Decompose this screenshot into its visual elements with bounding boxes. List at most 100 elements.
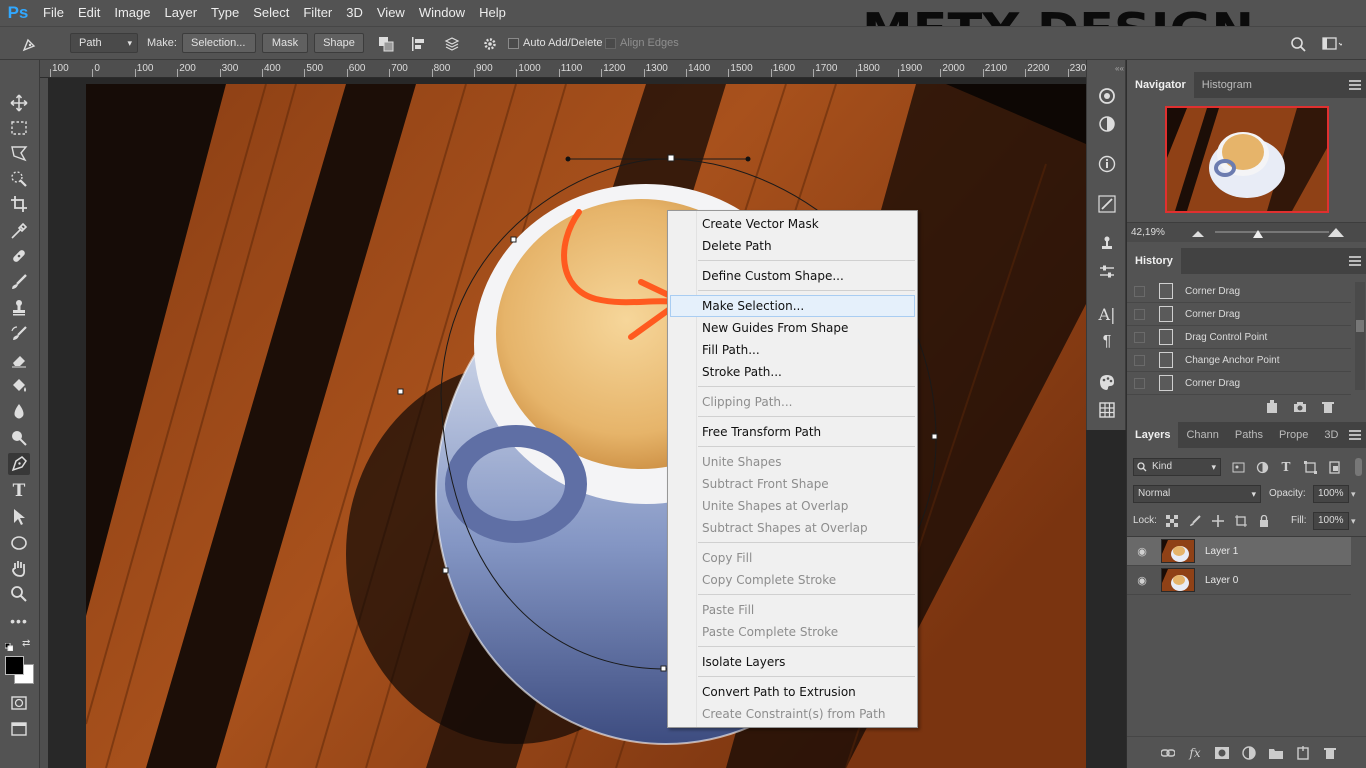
lock-image-pixels-icon[interactable] [1188, 514, 1202, 528]
menu-select[interactable]: Select [246, 0, 296, 26]
navigator-preview[interactable] [1165, 106, 1329, 213]
tab-navigator[interactable]: Navigator [1127, 72, 1194, 98]
eraser-tool-icon[interactable] [8, 349, 30, 371]
marquee-tool-icon[interactable] [8, 117, 30, 139]
eyedropper-tool-icon[interactable] [8, 220, 30, 242]
make-shape-button[interactable]: Shape [314, 33, 364, 53]
context-menu-item-stroke-path[interactable]: Stroke Path... [668, 361, 917, 383]
menu-3d[interactable]: 3D [339, 0, 370, 26]
pen-tool-icon[interactable] [8, 453, 30, 475]
auto-add-delete-checkbox[interactable] [508, 38, 519, 49]
tab-properties[interactable]: Prope [1271, 422, 1316, 448]
new-group-folder-icon[interactable] [1269, 746, 1283, 760]
new-document-from-state-icon[interactable] [1265, 400, 1279, 414]
gear-icon[interactable] [480, 34, 500, 54]
menu-edit[interactable]: Edit [71, 0, 107, 26]
move-tool-icon[interactable] [8, 92, 30, 114]
adjustments-icon[interactable] [1097, 114, 1117, 134]
lock-transparent-pixels-icon[interactable] [1165, 514, 1179, 528]
make-selection-button[interactable]: Selection... [182, 33, 256, 53]
tab-channels[interactable]: Chann [1178, 422, 1226, 448]
layer-name[interactable]: Layer 1 [1205, 546, 1238, 557]
context-menu-item-new-guides-from-shape[interactable]: New Guides From Shape [668, 317, 917, 339]
history-item[interactable]: Corner Drag [1127, 303, 1351, 326]
context-menu-item-fill-path[interactable]: Fill Path... [668, 339, 917, 361]
menu-filter[interactable]: Filter [296, 0, 339, 26]
quick-selection-tool-icon[interactable] [8, 168, 30, 190]
context-menu-item-isolate-layers[interactable]: Isolate Layers [668, 651, 917, 673]
libraries-icon[interactable] [1097, 86, 1117, 106]
menu-help[interactable]: Help [472, 0, 513, 26]
brush-tool-icon[interactable] [8, 271, 30, 293]
swatches-icon[interactable] [1097, 372, 1117, 392]
align-edges-checkbox[interactable] [605, 38, 616, 49]
layer-row-layer-1[interactable]: ◉ Layer 1 [1127, 537, 1351, 566]
navigator-zoom-slider[interactable] [1215, 231, 1329, 233]
blend-mode-select[interactable]: Normal ▾ [1133, 485, 1261, 503]
layer-visibility-eye-icon[interactable]: ◉ [1127, 545, 1157, 558]
info-icon[interactable] [1097, 154, 1117, 174]
make-mask-button[interactable]: Mask [262, 33, 308, 53]
lasso-tool-icon[interactable] [8, 142, 30, 164]
grid-icon[interactable] [1097, 400, 1117, 420]
filter-toggle-switch[interactable] [1355, 458, 1362, 476]
navigator-menu-icon[interactable] [1349, 80, 1361, 90]
menu-view[interactable]: View [370, 0, 412, 26]
layer-row-layer-0[interactable]: ◉ Layer 0 [1127, 566, 1351, 595]
menu-image[interactable]: Image [107, 0, 157, 26]
filter-shape-icon[interactable] [1303, 460, 1317, 474]
pen-tool-preset-icon[interactable] [20, 34, 40, 54]
swap-colors-icon[interactable]: ⇄ [22, 638, 32, 649]
context-menu-item-create-vector-mask[interactable]: Create Vector Mask [668, 213, 917, 235]
healing-brush-tool-icon[interactable] [8, 245, 30, 267]
filter-type-icon[interactable]: T [1279, 460, 1293, 474]
blur-tool-icon[interactable] [8, 401, 30, 423]
zoom-slider-handle[interactable] [1253, 230, 1263, 240]
layers-menu-icon[interactable] [1349, 430, 1361, 440]
layer-name[interactable]: Layer 0 [1205, 575, 1238, 586]
layer-effects-fx-icon[interactable]: fx [1188, 746, 1202, 760]
new-adjustment-layer-icon[interactable] [1242, 746, 1256, 760]
clone-stamp-tool-icon[interactable] [8, 297, 30, 319]
fill-input[interactable]: 100% [1313, 512, 1349, 530]
tab-histogram[interactable]: Histogram [1194, 72, 1260, 98]
ellipse-tool-icon[interactable] [8, 532, 30, 554]
filter-smart-object-icon[interactable] [1327, 460, 1341, 474]
navigator-zoom-value[interactable]: 42,19% [1131, 227, 1165, 238]
opacity-dropdown-icon[interactable]: ▾ [1351, 485, 1363, 503]
tab-layers[interactable]: Layers [1127, 422, 1179, 448]
history-scrollbar[interactable] [1355, 282, 1365, 390]
history-item[interactable]: Change Anchor Point [1127, 349, 1351, 372]
context-menu-item-convert-path-to-extrusion[interactable]: Convert Path to Extrusion [668, 681, 917, 703]
fill-dropdown-icon[interactable]: ▾ [1351, 512, 1363, 530]
context-menu-item-delete-path[interactable]: Delete Path [668, 235, 917, 257]
screen-mode-icon[interactable] [8, 718, 30, 740]
filter-pixel-icon[interactable] [1231, 460, 1245, 474]
layer-visibility-eye-icon[interactable]: ◉ [1127, 574, 1157, 587]
zoom-out-icon[interactable] [1191, 228, 1205, 238]
snapshot-camera-icon[interactable] [1293, 400, 1307, 414]
zoom-tool-icon[interactable] [8, 583, 30, 605]
add-layer-mask-icon[interactable] [1215, 746, 1229, 760]
workspace-switcher-icon[interactable] [1322, 34, 1342, 54]
type-tool-icon[interactable]: T [8, 480, 30, 502]
path-alignment-icon[interactable] [408, 34, 428, 54]
more-tools-icon[interactable]: ••• [8, 610, 30, 632]
tool-mode-select[interactable]: Path ▾ [70, 33, 138, 53]
hand-tool-icon[interactable] [8, 557, 30, 579]
foreground-color-swatch[interactable] [5, 656, 24, 675]
lock-all-icon[interactable] [1257, 514, 1271, 528]
properties-sliders-icon[interactable] [1097, 262, 1117, 282]
path-arrangement-icon[interactable] [442, 34, 462, 54]
context-menu-item-define-custom-shape[interactable]: Define Custom Shape... [668, 265, 917, 287]
search-icon[interactable] [1288, 34, 1308, 54]
delete-layer-trash-icon[interactable] [1323, 746, 1337, 760]
quick-mask-icon[interactable] [8, 692, 30, 714]
zoom-in-icon[interactable] [1327, 226, 1345, 238]
tab-history[interactable]: History [1127, 248, 1181, 274]
history-item[interactable]: Corner Drag [1127, 280, 1351, 303]
lock-position-icon[interactable] [1211, 514, 1225, 528]
paragraph-icon[interactable]: ¶ [1097, 332, 1117, 352]
filter-adjustment-icon[interactable] [1255, 460, 1269, 474]
context-menu-item-make-selection[interactable]: Make Selection... [670, 295, 915, 317]
